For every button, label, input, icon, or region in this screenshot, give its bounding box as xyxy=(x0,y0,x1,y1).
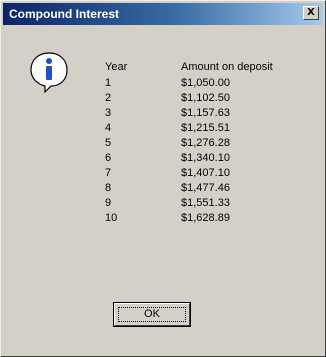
year-cell: 9 xyxy=(105,197,112,209)
amount-cell: $1,050.00 xyxy=(181,77,230,89)
amount-cell: $1,551.33 xyxy=(181,197,230,209)
message-dialog: Compound Interest X Year Amount on depos… xyxy=(0,0,326,357)
amount-cell: $1,407.10 xyxy=(181,167,230,179)
year-cell: 8 xyxy=(105,182,112,194)
table-row: 7 $1,407.10 xyxy=(105,166,321,181)
year-header: Year xyxy=(105,61,128,73)
amount-cell: $1,102.50 xyxy=(181,92,230,104)
close-button[interactable]: X xyxy=(303,6,319,20)
year-cell: 6 xyxy=(105,152,112,164)
table-row: 9 $1,551.33 xyxy=(105,196,321,211)
interest-table: Year Amount on deposit 1 $1,050.00 2 $1,… xyxy=(105,60,321,226)
amount-cell: $1,628.89 xyxy=(181,212,230,224)
year-cell: 1 xyxy=(105,77,112,89)
year-cell: 7 xyxy=(105,167,112,179)
amount-cell: $1,276.28 xyxy=(181,137,230,149)
table-row: 5 $1,276.28 xyxy=(105,136,321,151)
title-bar[interactable]: Compound Interest X xyxy=(3,3,323,25)
year-cell: 4 xyxy=(105,122,112,134)
table-row: 1 $1,050.00 xyxy=(105,76,321,91)
amount-cell: $1,340.10 xyxy=(181,152,230,164)
table-row: 6 $1,340.10 xyxy=(105,151,321,166)
table-row: 4 $1,215.51 xyxy=(105,121,321,136)
table-row: 2 $1,102.50 xyxy=(105,91,321,106)
table-row: 10 $1,628.89 xyxy=(105,211,321,226)
amount-cell: $1,477.46 xyxy=(181,182,230,194)
window-title: Compound Interest xyxy=(9,7,119,21)
amount-cell: $1,157.63 xyxy=(181,107,230,119)
info-icon xyxy=(29,51,69,94)
year-cell: 10 xyxy=(105,212,118,224)
year-cell: 5 xyxy=(105,137,112,149)
table-row: 3 $1,157.63 xyxy=(105,106,321,121)
year-cell: 3 xyxy=(105,107,112,119)
table-row: 8 $1,477.46 xyxy=(105,181,321,196)
amount-cell: $1,215.51 xyxy=(181,122,230,134)
ok-button[interactable]: OK xyxy=(113,302,191,327)
amount-header: Amount on deposit xyxy=(181,61,273,73)
table-header: Year Amount on deposit xyxy=(105,60,321,75)
ok-button-label: OK xyxy=(144,308,160,320)
year-cell: 2 xyxy=(105,92,112,104)
